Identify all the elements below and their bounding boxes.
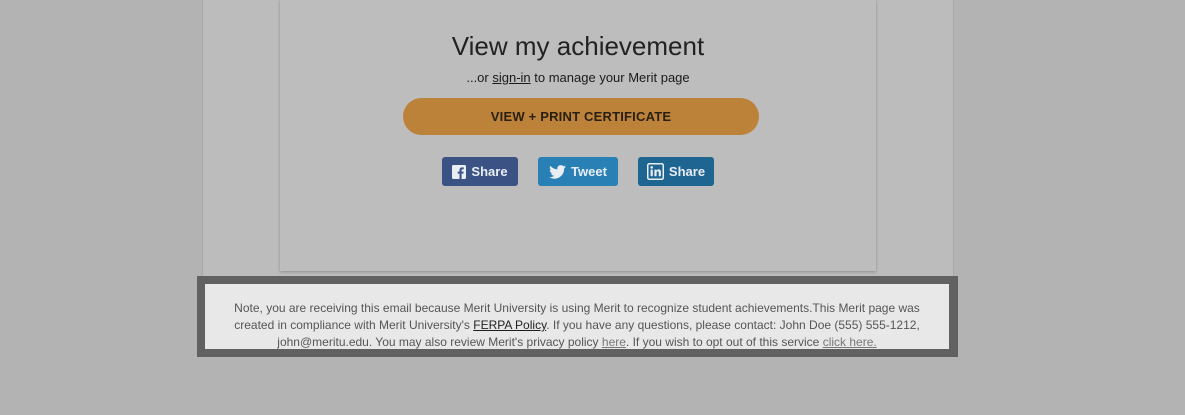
linkedin-share-button[interactable]: Share: [638, 157, 714, 186]
opt-out-link[interactable]: click here.: [823, 335, 877, 349]
sign-in-link[interactable]: sign-in: [492, 70, 530, 85]
view-print-certificate-button[interactable]: VIEW + PRINT CERTIFICATE: [403, 98, 759, 135]
page-title: View my achievement: [451, 31, 705, 61]
twitter-tweet-button[interactable]: Tweet: [538, 157, 618, 186]
facebook-share-label: Share: [471, 164, 508, 179]
ferpa-policy-link[interactable]: FERPA Policy: [473, 318, 546, 332]
privacy-policy-link[interactable]: here: [602, 335, 626, 349]
twitter-icon: [549, 164, 566, 179]
footer-highlight-frame: Note, you are receiving this email becau…: [197, 276, 958, 357]
facebook-share-button[interactable]: Share: [442, 157, 518, 186]
twitter-tweet-label: Tweet: [571, 164, 607, 179]
linkedin-icon: [646, 163, 664, 180]
footer-text-3: . If you wish to opt out of this service: [625, 335, 823, 349]
linkedin-share-label: Share: [668, 164, 706, 179]
subtitle-prefix: ...or: [466, 70, 493, 85]
subtitle-suffix: to manage your Merit page: [530, 70, 690, 85]
achievement-card: View my achievement ...or sign-in to man…: [280, 0, 876, 271]
subtitle: ...or sign-in to manage your Merit page: [280, 70, 876, 85]
footer-note: Note, you are receiving this email becau…: [205, 284, 949, 349]
facebook-icon: [452, 164, 467, 179]
